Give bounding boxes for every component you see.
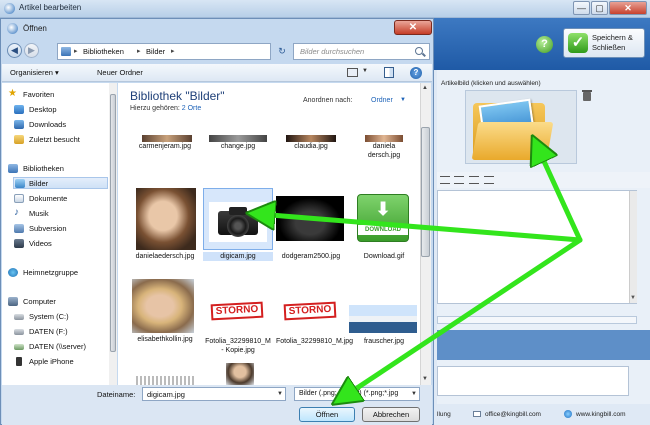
arrow-to-digicam — [258, 214, 583, 243]
arrow-group — [258, 146, 583, 398]
arrow-to-open-button — [342, 237, 583, 398]
annotation-arrows — [0, 0, 583, 425]
arrow-to-folder — [537, 146, 583, 243]
